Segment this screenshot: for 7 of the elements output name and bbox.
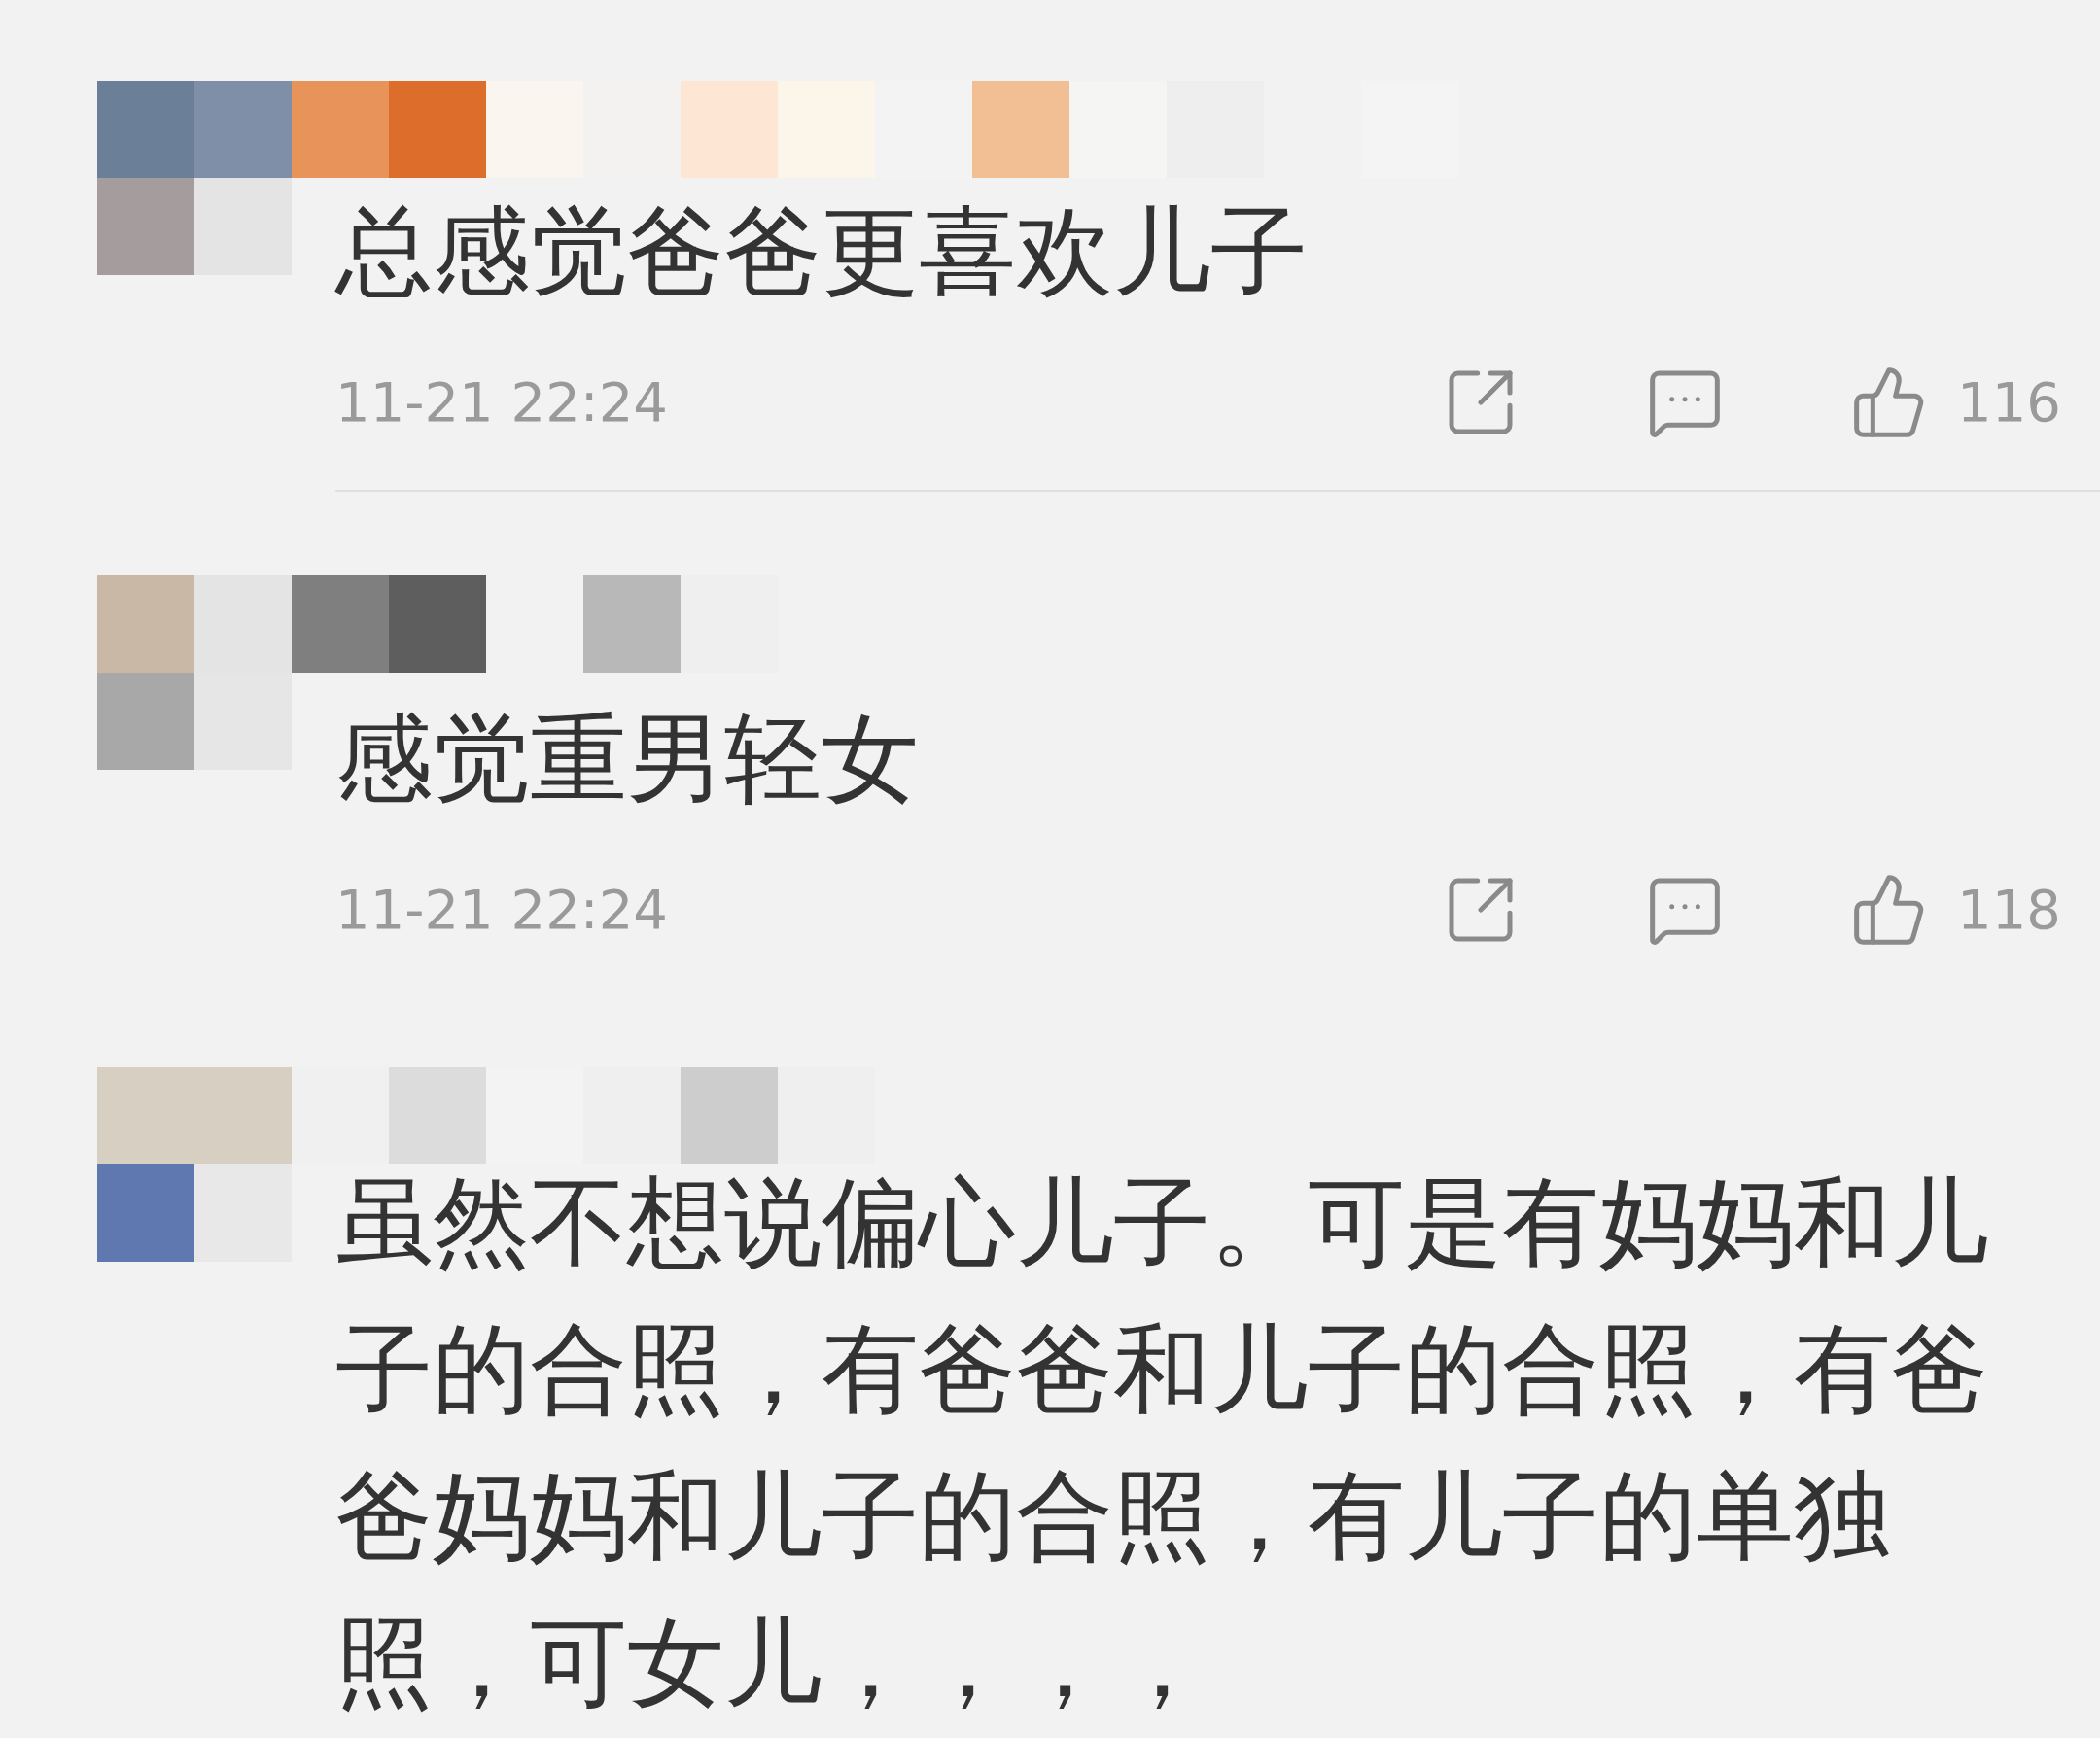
comment-text: 虽然不想说偏心儿子。可是有妈妈和儿子的合照，有爸爸和儿子的合照，有爸爸妈妈和儿子的合照，有儿子的单独照，可女儿，，，，: [335, 1164, 1989, 1721]
comment-time: 11-21 22:24: [335, 877, 668, 943]
comment-text: 总感觉爸爸更喜欢儿子: [335, 193, 1309, 310]
like-count: 118: [1957, 877, 2061, 943]
like-count: 116: [1957, 369, 2061, 435]
comment-time: 11-21 22:24: [335, 369, 668, 435]
comment-text: 感觉重男轻女: [335, 701, 920, 817]
